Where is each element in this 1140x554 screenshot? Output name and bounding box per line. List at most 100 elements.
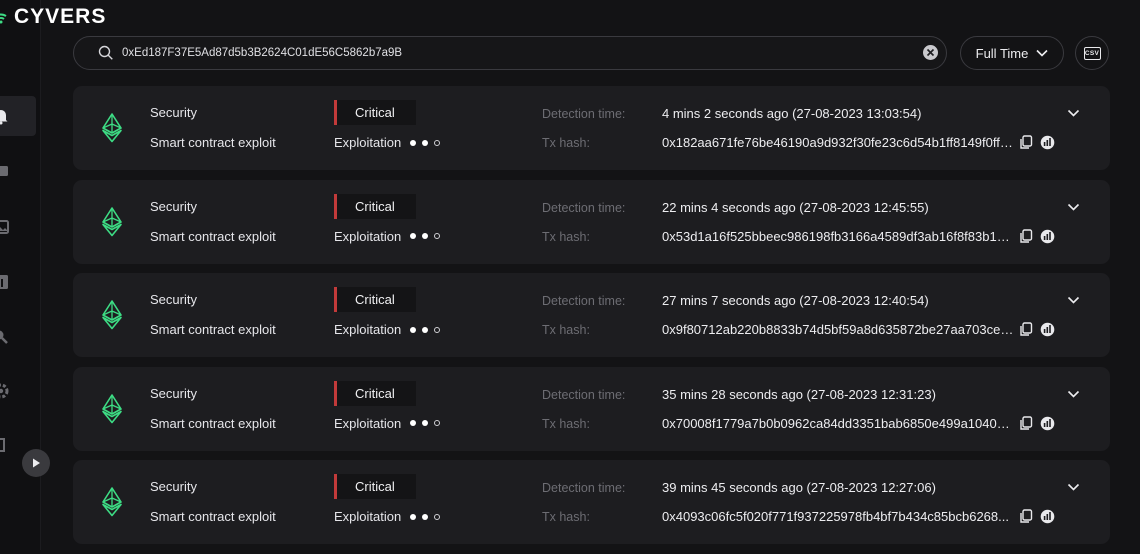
expand-chevron-icon[interactable]	[1067, 109, 1080, 118]
tx-hash-value[interactable]: 0x70008f1779a7b0b0962ca84dd3351bab6850e4…	[662, 416, 1014, 431]
stage-dot-filled	[422, 139, 429, 146]
alert-type: Smart contract exploit	[150, 322, 276, 337]
attack-stage-label: Exploitation	[334, 135, 402, 150]
expand-chevron-icon[interactable]	[1067, 390, 1080, 399]
tx-hash-value[interactable]: 0x182aa671fe76be46190a9d932f30fe23c6d54b…	[662, 135, 1014, 150]
sidebar-item-reports[interactable]	[0, 218, 10, 236]
stage-dot-empty	[434, 139, 441, 146]
block-explorer-icon[interactable]	[1040, 322, 1055, 337]
stage-progress-dots	[410, 326, 441, 333]
sidebar-item-settings[interactable]	[0, 382, 10, 400]
clear-search-button[interactable]	[923, 45, 938, 60]
detection-time-label: Detection time:	[542, 294, 626, 308]
stage-dot-filled	[422, 420, 429, 426]
severity-badge: Critical	[334, 474, 416, 499]
ethereum-icon	[102, 393, 122, 423]
alert-type: Smart contract exploit	[150, 415, 276, 431]
ethereum-icon	[102, 487, 122, 517]
search-input[interactable]	[122, 37, 902, 69]
alert-category: Security	[150, 479, 197, 494]
expand-chevron-icon[interactable]	[1067, 483, 1080, 492]
alert-card[interactable]: Security Smart contract exploit Critical…	[73, 460, 1110, 544]
tx-hash-label: Tx hash:	[542, 323, 590, 337]
sidebar-toggle-button[interactable]	[22, 449, 50, 477]
csv-icon: CSV	[1083, 46, 1101, 60]
detection-time-value: 27 mins 7 seconds ago (27-08-2023 12:40:…	[662, 293, 929, 308]
alert-type: Smart contract exploit	[150, 228, 276, 244]
alert-category: Security	[150, 385, 197, 401]
block-explorer-icon[interactable]	[1040, 509, 1055, 524]
alert-category: Security	[150, 292, 197, 307]
severity-badge: Critical	[334, 100, 416, 125]
search-icon	[98, 45, 113, 60]
copy-icon[interactable]	[1019, 509, 1033, 524]
tx-hash-label: Tx hash:	[542, 416, 590, 431]
detection-time-label: Detection time:	[542, 200, 626, 215]
attack-stage: Exploitation	[334, 509, 441, 524]
severity-badge: Critical	[334, 193, 416, 219]
stage-dot-filled	[422, 326, 429, 333]
brand-logo: CYVERS	[0, 4, 106, 30]
alert-category: Security	[150, 198, 197, 214]
stage-progress-dots	[410, 139, 441, 146]
stage-dot-filled	[422, 233, 429, 239]
attack-stage: Exploitation	[334, 415, 441, 431]
time-range-dropdown[interactable]: Full Time	[960, 36, 1064, 70]
tx-hash-value[interactable]: 0x4093c06fc5f020f771f937225978fb4bf7b434…	[662, 509, 1014, 524]
export-csv-button[interactable]: CSV	[1075, 36, 1109, 70]
stage-dot-empty	[434, 513, 441, 520]
sidebar-item-users[interactable]	[0, 328, 10, 346]
alert-card[interactable]: Security Smart contract exploit Critical…	[73, 179, 1110, 264]
copy-icon[interactable]	[1019, 228, 1033, 244]
image-icon	[0, 220, 9, 234]
severity-badge: Critical	[334, 380, 416, 406]
tx-hash-label: Tx hash:	[542, 229, 590, 244]
sidebar-item-transactions[interactable]	[0, 162, 10, 180]
chevron-down-icon	[1036, 49, 1048, 57]
copy-icon[interactable]	[1019, 322, 1033, 337]
alert-card[interactable]: Security Smart contract exploit Critical…	[73, 86, 1110, 170]
stage-dot-filled	[410, 139, 417, 146]
block-explorer-icon[interactable]	[1040, 135, 1055, 150]
alert-card[interactable]: Security Smart contract exploit Critical…	[73, 273, 1110, 357]
sidebar-item-alerts[interactable]	[0, 107, 10, 125]
expand-chevron-icon[interactable]	[1067, 203, 1080, 212]
attack-stage-label: Exploitation	[334, 415, 402, 431]
ethereum-icon	[102, 206, 122, 236]
detection-time-label: Detection time:	[542, 481, 626, 495]
stage-dot-filled	[410, 420, 417, 426]
tx-hash-value[interactable]: 0x53d1a16f525bbeec986198fb3166a4589df3ab…	[662, 229, 1014, 244]
gear-icon	[0, 383, 9, 399]
attack-stage-label: Exploitation	[334, 509, 402, 524]
sidebar-item-logout[interactable]	[0, 436, 10, 454]
time-range-label: Full Time	[975, 45, 1029, 61]
alert-type: Smart contract exploit	[150, 509, 276, 524]
copy-icon[interactable]	[1019, 135, 1033, 150]
stage-progress-dots	[410, 233, 441, 239]
sidebar-item-analytics[interactable]	[0, 273, 10, 291]
attack-stage: Exploitation	[334, 135, 441, 150]
stage-progress-dots	[410, 513, 441, 520]
tx-hash-value[interactable]: 0x9f80712ab220b8833b74d5bf59a8d635872be2…	[662, 322, 1014, 337]
attack-stage: Exploitation	[334, 229, 441, 244]
block-explorer-icon[interactable]	[1040, 229, 1055, 244]
ethereum-icon	[102, 300, 122, 330]
detection-time-value: 4 mins 2 seconds ago (27-08-2023 13:03:5…	[662, 106, 922, 121]
search-bar	[73, 36, 947, 70]
detection-time-label: Detection time:	[542, 107, 626, 121]
stage-dot-filled	[422, 513, 429, 520]
stage-dot-empty	[434, 326, 441, 333]
stage-dot-empty	[434, 233, 441, 239]
card-icon	[0, 166, 8, 176]
detection-time-value: 35 mins 28 seconds ago (27-08-2023 12:31…	[662, 386, 936, 402]
bell-icon	[0, 110, 8, 125]
copy-icon[interactable]	[1019, 415, 1033, 431]
alert-type: Smart contract exploit	[150, 135, 276, 150]
alert-card[interactable]: Security Smart contract exploit Critical…	[73, 366, 1110, 451]
door-icon	[0, 438, 5, 452]
chart-icon	[0, 275, 8, 289]
play-icon	[33, 458, 40, 468]
alert-category: Security	[150, 105, 197, 120]
expand-chevron-icon[interactable]	[1067, 296, 1080, 305]
block-explorer-icon[interactable]	[1040, 416, 1055, 431]
